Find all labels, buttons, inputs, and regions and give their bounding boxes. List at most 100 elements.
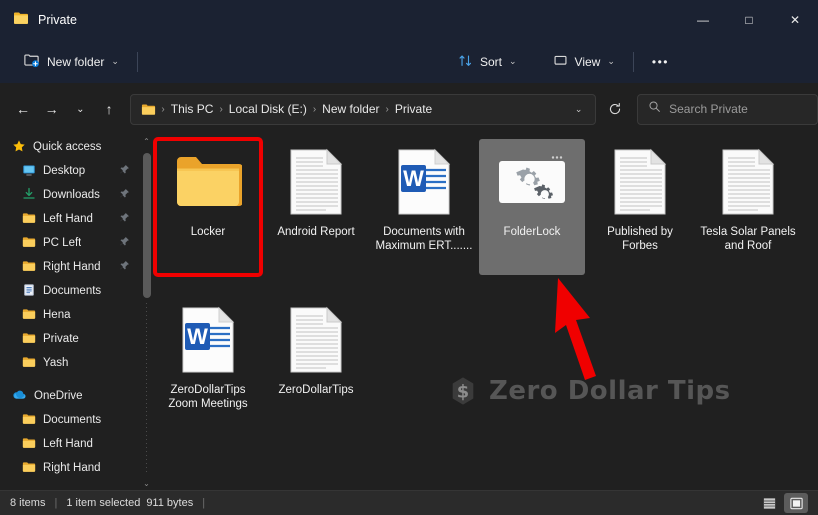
svg-text:W: W [403,166,424,191]
file-item-label: ZeroDollarTips [266,383,366,397]
sidebar-item-desktop[interactable]: Desktop [4,159,136,183]
new-folder-icon [23,52,40,72]
forward-button[interactable]: → [37,94,66,124]
file-item-zerodollartips[interactable]: ZeroDollarTips [263,297,369,433]
file-item-documents-with-maximum-ert[interactable]: W Documents with Maximum ERT....... [371,139,477,275]
sidebar-group-label: OneDrive [34,390,83,402]
view-button[interactable]: View ⌄ [544,47,624,77]
refresh-button[interactable] [600,94,629,124]
folder-icon [22,211,36,228]
breadcrumb-local-disk[interactable]: Local Disk (E:) [224,99,312,119]
address-folder-icon [136,102,160,117]
back-button[interactable]: ← [9,94,38,124]
desktop-icon [22,163,36,180]
file-list-view[interactable]: Locker Android Report [154,135,818,490]
text-document-icon [711,145,785,219]
large-icons-view-icon[interactable] [784,493,808,513]
breadcrumb-separator: › [160,104,165,115]
sidebar-group-label: Quick access [33,141,101,153]
sidebar-group-gap [0,375,140,384]
svg-text:W: W [187,324,208,349]
folder-icon [22,460,36,477]
sidebar-item-label: Yash [43,357,68,369]
file-item-tesla-solar-panels-and-roof[interactable]: Tesla Solar Panels and Roof [695,139,801,275]
file-item-label: FolderLock [482,225,582,239]
breadcrumb-this-pc[interactable]: This PC [166,99,219,119]
text-document-icon [279,303,353,377]
navigation-pane[interactable]: Quick access Desktop Dow [0,135,140,490]
navigation-bar: ← → ⌄ ↑ › This PC › Local Disk (E:) › Ne… [0,83,818,135]
breadcrumb-separator: › [218,104,223,115]
sidebar-item-onedrive-documents[interactable]: Documents [4,408,136,432]
folder-icon [22,331,36,348]
file-explorer-window: Private — □ ✕ New folder ⌄ [0,0,818,515]
pin-icon [119,212,130,226]
scroll-down-arrow-icon[interactable]: ⌄ [140,477,153,490]
sidebar-item-onedrive-right-hand[interactable]: Right Hand [4,456,136,480]
sidebar-item-label: Downloads [43,189,100,201]
sidebar-item-label: Documents [43,285,101,297]
sidebar-item-yash[interactable]: Yash [4,351,136,375]
star-icon [12,139,26,156]
file-item-published-by-forbes[interactable]: Published by Forbes [587,139,693,275]
details-view-icon[interactable] [757,493,781,513]
minimize-button[interactable]: — [680,0,726,40]
sidebar-item-label: Desktop [43,165,85,177]
address-dropdown-icon[interactable]: ⌄ [575,104,591,115]
sidebar-scrollbar[interactable]: ⌃ ⌄ [140,135,153,490]
chevron-down-icon: ⌄ [607,56,615,67]
sort-label: Sort [480,55,502,69]
search-placeholder: Search Private [669,102,748,116]
toolbar-divider-1 [137,52,138,72]
sidebar-item-label: Left Hand [43,213,93,225]
text-document-icon [279,145,353,219]
breadcrumb-private[interactable]: Private [390,99,437,119]
sidebar-item-pc-left[interactable]: PC Left [4,231,136,255]
recent-locations-button[interactable]: ⌄ [66,94,95,124]
see-more-button[interactable]: ••• [643,47,678,77]
search-box[interactable]: Search Private [637,94,818,125]
up-button[interactable]: ↑ [95,94,124,124]
title-bar-left: Private [0,10,77,31]
file-grid-row: Locker Android Report [154,135,818,279]
text-document-icon [603,145,677,219]
sidebar-item-downloads[interactable]: Downloads [4,183,136,207]
file-item-label: Published by Forbes [590,225,690,253]
status-separator: | [193,497,214,509]
pin-icon [119,260,130,274]
sidebar-item-left-hand[interactable]: Left Hand [4,207,136,231]
folder-icon [22,412,36,429]
maximize-button[interactable]: □ [726,0,772,40]
sidebar-item-label: Documents [43,414,101,426]
sidebar-item-label: Right Hand [43,261,101,273]
breadcrumb-new-folder[interactable]: New folder [317,99,384,119]
selection-label: 1 item selected [66,497,140,509]
sidebar-item-hena[interactable]: Hena [4,303,136,327]
sidebar-item-right-hand[interactable]: Right Hand [4,255,136,279]
sidebar-group-quick-access[interactable]: Quick access [4,135,136,159]
sidebar-item-label: Right Hand [43,462,101,474]
file-item-locker[interactable]: Locker [155,139,261,275]
folder-icon [22,259,36,276]
file-item-zerodollartips-zoom-meetings[interactable]: W ZeroDollarTips Zoom Meetings [155,297,261,433]
folder-icon [22,307,36,324]
command-bar: New folder ⌄ Sort ⌄ View [0,40,818,83]
file-item-folderlock[interactable]: FolderLock [479,139,585,275]
sidebar-item-private[interactable]: Private [4,327,136,351]
scrollbar-thumb[interactable] [143,153,151,298]
file-item-label: Locker [158,225,258,239]
sidebar-item-label: Left Hand [43,438,93,450]
item-count-label: 8 items [10,497,45,509]
file-item-android-report[interactable]: Android Report [263,139,369,275]
toolbar-divider-2 [633,52,634,72]
sidebar-item-documents[interactable]: Documents [4,279,136,303]
scroll-up-arrow-icon[interactable]: ⌃ [140,135,153,148]
sidebar-group-onedrive[interactable]: OneDrive [4,384,136,408]
view-label: View [575,55,601,69]
sort-button[interactable]: Sort ⌄ [449,47,526,77]
sidebar-item-onedrive-left-hand[interactable]: Left Hand [4,432,136,456]
close-button[interactable]: ✕ [772,0,818,40]
new-folder-button[interactable]: New folder ⌄ [14,47,128,77]
status-separator: | [45,497,66,509]
address-bar[interactable]: › This PC › Local Disk (E:) › New folder… [130,94,596,125]
